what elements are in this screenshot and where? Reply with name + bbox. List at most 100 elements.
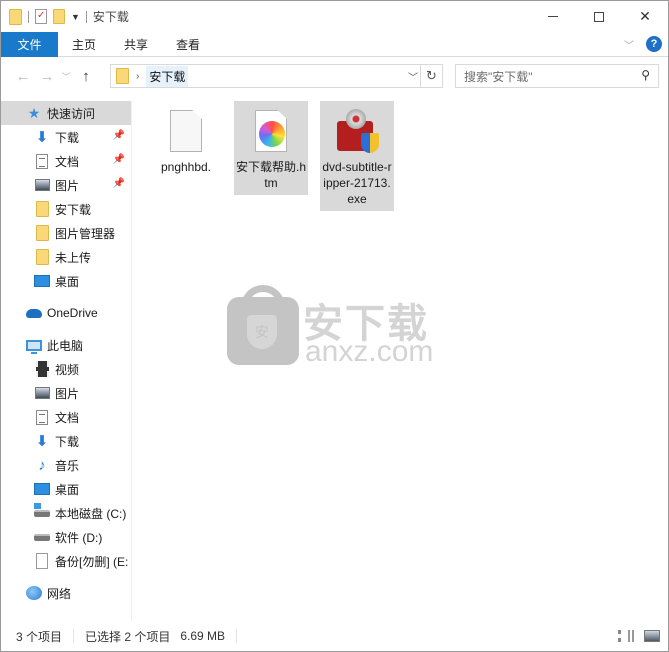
sidebar-item-quick-access[interactable]: ★ 快速访问 (1, 101, 131, 125)
sidebar-item-label: 音乐 (55, 458, 80, 473)
sidebar-item-desktop[interactable]: 桌面 (1, 269, 131, 293)
expand-ribbon-icon[interactable]: ﹀ (624, 37, 634, 52)
separator (85, 10, 87, 23)
properties-icon[interactable] (35, 9, 47, 24)
search-input[interactable]: 搜索"安下载" ⚲ (455, 64, 659, 88)
file-item[interactable]: pnghhbd. (149, 101, 223, 179)
sidebar-item-not-uploaded[interactable]: 未上传 (1, 245, 131, 269)
separator (28, 10, 29, 23)
maximize-button[interactable] (576, 1, 622, 32)
sidebar-item-label: 视频 (55, 362, 80, 377)
sidebar-item-music[interactable]: ♪ 音乐 (1, 453, 131, 477)
folder-icon (34, 201, 50, 217)
sidebar-item-downloads[interactable]: ⬇ 下载 📌 (1, 125, 131, 149)
sidebar-item-network[interactable]: 网络 (1, 581, 131, 605)
pictures-icon (34, 177, 50, 193)
sidebar-item-label: 软件 (D:) (55, 530, 103, 545)
tab-view[interactable]: 查看 (162, 32, 214, 57)
customize-dropdown-icon[interactable]: ▼ (71, 12, 80, 22)
installer-box-icon (333, 107, 381, 155)
tab-home[interactable]: 主页 (58, 32, 110, 57)
video-icon (34, 361, 50, 377)
file-item-selected[interactable]: dvd-subtitle-ripper-21713.exe (320, 101, 394, 211)
sidebar-item-label: 桌面 (55, 482, 80, 497)
drive-c-icon (34, 502, 50, 521)
desktop-icon (34, 481, 50, 497)
ribbon-right: ﹀ ? (624, 36, 662, 52)
sidebar-item-label: 备份[勿删] (E: (55, 554, 129, 569)
back-button[interactable]: ← (11, 68, 35, 85)
tab-share[interactable]: 共享 (110, 32, 162, 57)
folder-icon (116, 68, 129, 84)
new-folder-icon[interactable] (53, 9, 65, 24)
search-icon[interactable]: ⚲ (641, 68, 650, 82)
sidebar-item-label: 文档 (55, 410, 80, 425)
up-button[interactable]: ↑ (73, 68, 99, 85)
file-item-selected[interactable]: 安下载帮助.htm (234, 101, 308, 195)
sidebar-item-image-manager[interactable]: 图片管理器 (1, 221, 131, 245)
sidebar-item-label: 图片 (55, 178, 80, 193)
sidebar-item-label: 未上传 (55, 250, 92, 265)
sidebar-item-pictures[interactable]: 图片 📌 (1, 173, 131, 197)
sidebar-item-label: 图片 (55, 386, 80, 401)
desktop-icon (34, 273, 50, 289)
file-list: pnghhbd. 安下载帮助.htm dvd-subtitle-ripper-2… (133, 94, 668, 621)
status-bar: 3 个项目 已选择 2 个项目 6.69 MB (1, 621, 668, 651)
sidebar-item-label: 下载 (55, 434, 80, 449)
sidebar-item-drive-e[interactable]: 备份[勿删] (E: (1, 549, 131, 573)
sidebar-item-drive-c[interactable]: 本地磁盘 (C:) (1, 501, 131, 525)
sidebar-item-pc-pictures[interactable]: 图片 (1, 381, 131, 405)
divider (236, 629, 238, 643)
item-count: 3 个项目 (16, 629, 63, 644)
recent-locations-dropdown[interactable]: ﹀ (59, 70, 73, 83)
sidebar-item-label: OneDrive (47, 306, 98, 320)
address-dropdown-icon[interactable]: ﹀ (408, 69, 418, 84)
pin-icon[interactable]: 📌 (113, 178, 125, 189)
sidebar-item-pc-documents[interactable]: 文档 (1, 405, 131, 429)
tab-file[interactable]: 文件 (1, 31, 58, 57)
sidebar-item-onedrive[interactable]: OneDrive (1, 301, 131, 325)
folder-icon (34, 225, 50, 241)
pin-icon[interactable]: 📌 (113, 130, 125, 141)
blank-document-icon (34, 553, 50, 569)
sidebar-item-label: 安下载 (55, 202, 92, 217)
view-switcher (618, 630, 660, 642)
sidebar-item-label: 此电脑 (47, 338, 84, 353)
help-icon[interactable]: ? (646, 36, 662, 52)
sidebar-item-pc-desktop[interactable]: 桌面 (1, 477, 131, 501)
navigation-pane: ★ 快速访问 ⬇ 下载 📌 文档 📌 图片 📌 安下载 图片管理器 未上传 桌面… (1, 101, 132, 621)
sidebar-item-label: 图片管理器 (55, 226, 116, 241)
title-bar: ▼ 安下载 ✕ (1, 1, 668, 32)
address-bar[interactable]: › 安下载 ﹀ ↻ (110, 64, 443, 88)
pin-icon[interactable]: 📌 (113, 154, 125, 165)
onedrive-cloud-icon (26, 305, 42, 321)
sidebar-item-pc-downloads[interactable]: ⬇ 下载 (1, 429, 131, 453)
refresh-button[interactable]: ↻ (420, 65, 442, 87)
ribbon-tabs: 文件 主页 共享 查看 ﹀ ? (1, 31, 668, 57)
search-placeholder: 搜索"安下载" (464, 69, 533, 84)
maximize-icon (594, 11, 604, 22)
sidebar-item-anxiazai[interactable]: 安下载 (1, 197, 131, 221)
document-icon (34, 409, 50, 425)
breadcrumb-separator-icon[interactable]: › (136, 71, 139, 82)
sidebar-item-label: 文档 (55, 154, 80, 169)
download-arrow-icon: ⬇ (35, 433, 49, 450)
sidebar-item-this-pc[interactable]: 此电脑 (1, 333, 131, 357)
forward-button[interactable]: → (35, 68, 59, 85)
details-view-icon[interactable] (618, 630, 634, 642)
folder-icon (9, 8, 22, 25)
large-icons-view-icon[interactable] (644, 630, 660, 642)
sidebar-item-drive-d[interactable]: 软件 (D:) (1, 525, 131, 549)
file-name: pnghhbd. (160, 160, 212, 174)
sidebar-item-documents[interactable]: 文档 📌 (1, 149, 131, 173)
minimize-button[interactable] (530, 1, 576, 32)
network-icon (26, 585, 42, 601)
sidebar-item-label: 快速访问 (47, 106, 96, 121)
quick-access-toolbar: ▼ (1, 8, 87, 25)
download-arrow-icon: ⬇ (35, 129, 49, 146)
window-title: 安下载 (92, 10, 129, 24)
sidebar-item-videos[interactable]: 视频 (1, 357, 131, 381)
close-button[interactable]: ✕ (622, 1, 668, 32)
breadcrumb-item[interactable]: 安下载 (146, 65, 189, 87)
sidebar-item-label: 本地磁盘 (C:) (55, 506, 127, 521)
